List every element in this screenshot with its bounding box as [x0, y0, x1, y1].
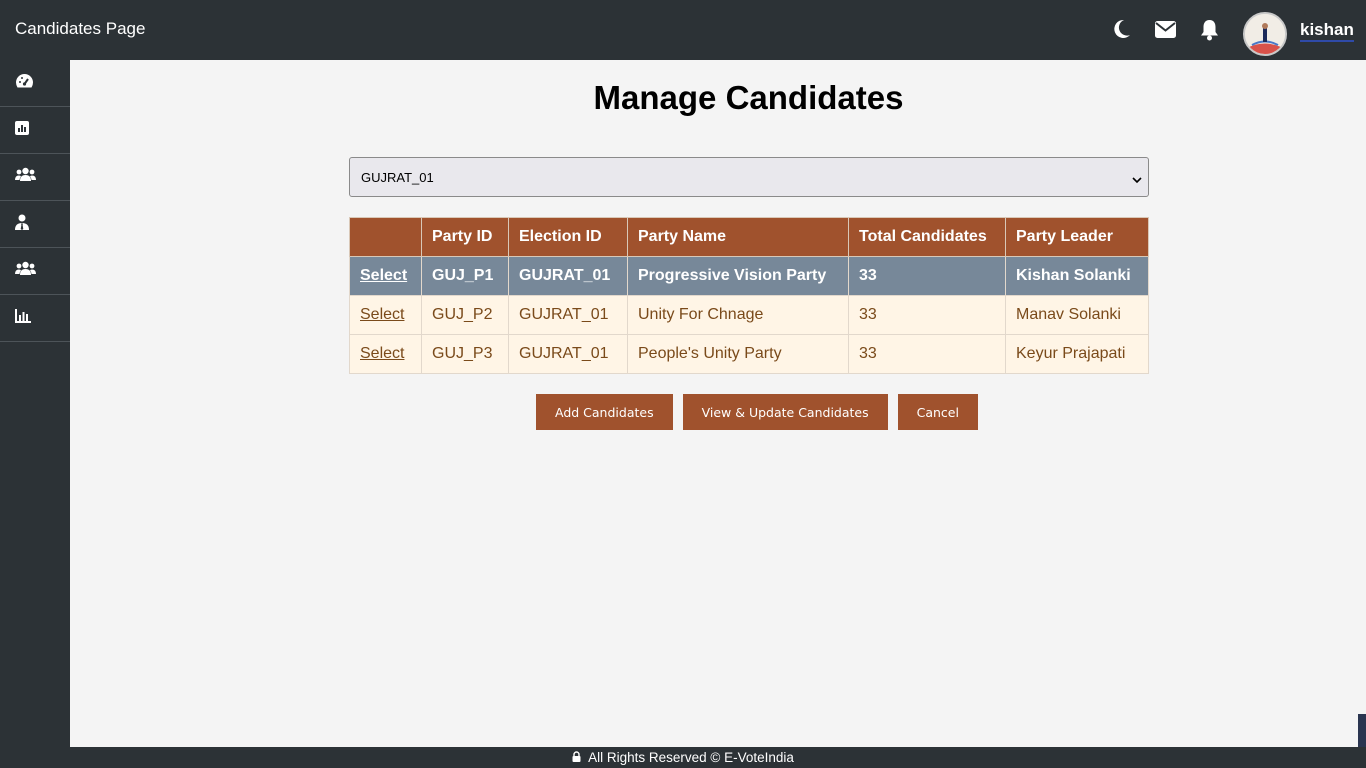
sidebar-item-voters[interactable]: [0, 154, 70, 201]
column-header-total-candidates: Total Candidates: [848, 217, 1006, 257]
main-content: Manage Candidates GUJRAT_01 Party ID Ele…: [70, 60, 1366, 747]
sidebar-item-parties[interactable]: [0, 248, 70, 295]
election-select[interactable]: GUJRAT_01: [349, 157, 1149, 197]
column-header-party-leader: Party Leader: [1005, 217, 1149, 257]
page-title-header: Candidates Page: [15, 19, 146, 38]
add-candidates-button[interactable]: Add Candidates: [536, 394, 673, 430]
select-link[interactable]: Select: [360, 306, 404, 323]
sidebar-item-reports[interactable]: [0, 295, 70, 342]
select-link[interactable]: Select: [360, 267, 407, 284]
election-id-cell: GUJRAT_01: [508, 295, 628, 335]
table-row[interactable]: Select GUJ_P1 GUJRAT_01 Progressive Visi…: [349, 256, 1149, 296]
column-header-election-id: Election ID: [508, 217, 628, 257]
envelope-icon[interactable]: [1155, 21, 1176, 38]
view-update-candidates-button[interactable]: View & Update Candidates: [682, 394, 888, 430]
party-name-cell: Unity For Chnage: [627, 295, 849, 335]
party-id-cell: GUJ_P3: [421, 334, 509, 374]
column-header-action: [349, 217, 422, 257]
party-leader-cell: Keyur Prajapati: [1005, 334, 1149, 374]
column-header-party-name: Party Name: [627, 217, 849, 257]
party-name-cell: Progressive Vision Party: [627, 256, 849, 296]
column-header-party-id: Party ID: [421, 217, 509, 257]
party-leader-cell: Kishan Solanki: [1005, 256, 1149, 296]
sidebar: [0, 60, 70, 747]
party-id-cell: GUJ_P1: [421, 256, 509, 296]
footer: All Rights Reserved © E-VoteIndia: [0, 747, 1366, 768]
election-id-cell: GUJRAT_01: [508, 334, 628, 374]
sidebar-item-candidates[interactable]: [0, 201, 70, 248]
sidebar-item-results[interactable]: [0, 107, 70, 154]
bell-icon[interactable]: [1200, 19, 1219, 41]
scroll-corner: [1358, 714, 1366, 747]
sidebar-item-dashboard[interactable]: [0, 60, 70, 107]
parties-table: Party ID Election ID Party Name Total Ca…: [349, 217, 1149, 374]
avatar[interactable]: [1243, 12, 1287, 56]
chevron-down-icon: [1132, 172, 1142, 187]
action-buttons: Add Candidates View & Update Candidates …: [536, 394, 978, 430]
election-id-cell: GUJRAT_01: [508, 256, 628, 296]
select-link[interactable]: Select: [360, 345, 404, 362]
dashboard-gauge-icon: [15, 73, 34, 94]
party-id-cell: GUJ_P2: [421, 295, 509, 335]
total-candidates-cell: 33: [848, 295, 1006, 335]
table-row[interactable]: Select GUJ_P3 GUJRAT_01 People's Unity P…: [349, 334, 1149, 374]
chart-bars-icon: [15, 308, 31, 328]
cancel-button[interactable]: Cancel: [897, 394, 978, 430]
users-group-icon: [15, 167, 36, 187]
user-tie-icon: [15, 214, 29, 235]
total-candidates-cell: 33: [848, 256, 1006, 296]
party-leader-cell: Manav Solanki: [1005, 295, 1149, 335]
username[interactable]: kishan: [1300, 20, 1354, 42]
table-header-row: Party ID Election ID Party Name Total Ca…: [349, 217, 1149, 257]
total-candidates-cell: 33: [848, 334, 1006, 374]
party-name-cell: People's Unity Party: [627, 334, 849, 374]
table-row[interactable]: Select GUJ_P2 GUJRAT_01 Unity For Chnage…: [349, 295, 1149, 335]
manage-candidates-title: Manage Candidates: [593, 79, 904, 116]
users-icon: [15, 261, 36, 281]
lock-icon: [572, 750, 581, 765]
footer-text: All Rights Reserved © E-VoteIndia: [588, 750, 794, 765]
top-navbar: Candidates Page kishan: [0, 0, 1366, 60]
moon-icon[interactable]: [1111, 18, 1131, 40]
election-select-value: GUJRAT_01: [361, 169, 434, 185]
bar-chart-icon: [15, 120, 29, 140]
